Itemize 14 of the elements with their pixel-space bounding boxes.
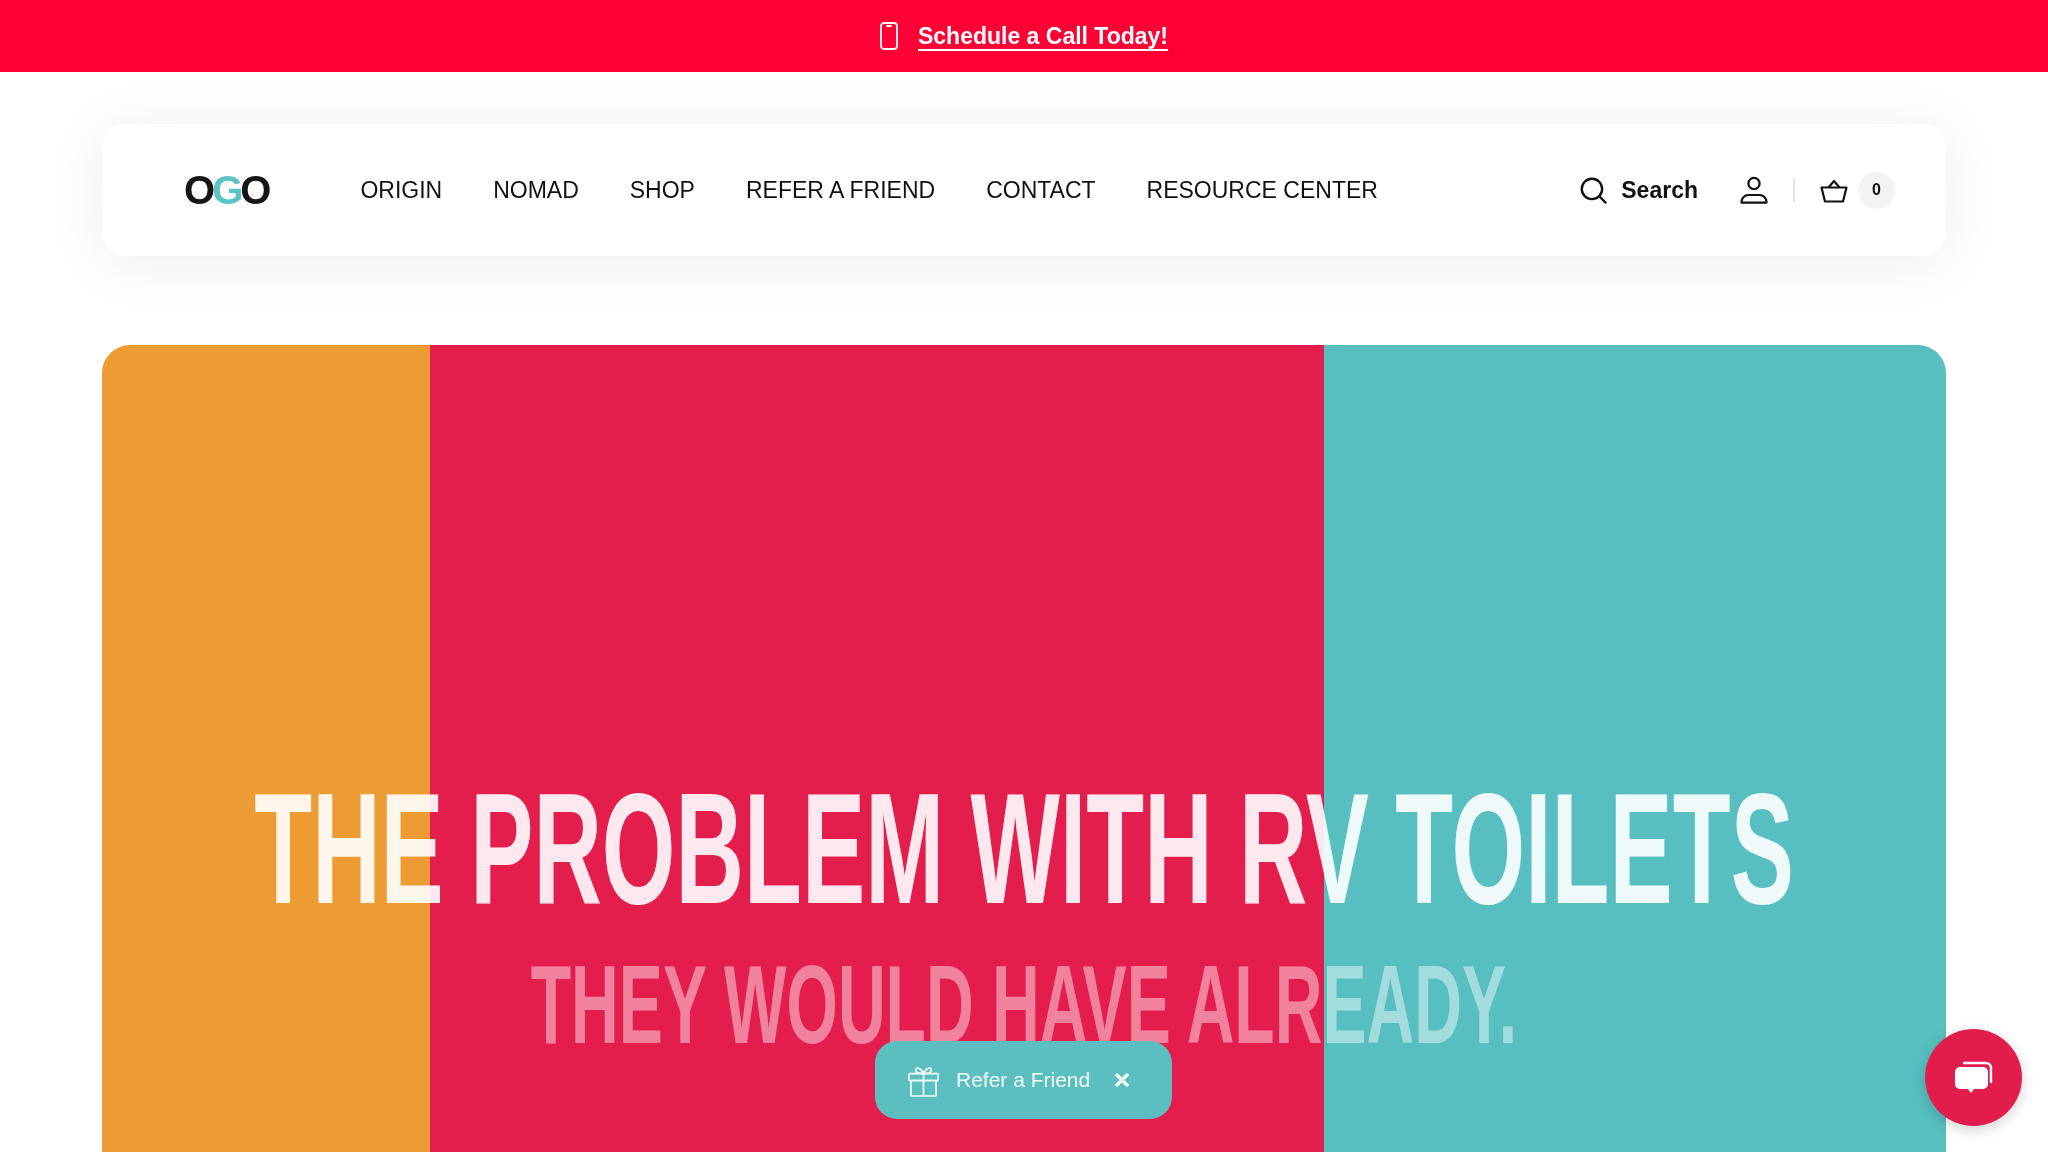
nav-link[interactable]: SHOP [629,172,695,208]
phone-icon [879,22,898,50]
schedule-call-link[interactable]: Schedule a Call Today! [917,18,1169,54]
nav-link[interactable]: REFER A FRIEND [745,172,936,208]
nav-link[interactable]: NOMAD [493,172,579,208]
nav-link[interactable]: RESOURCE CENTER [1146,172,1378,208]
nav-link[interactable]: ORIGIN [360,172,443,208]
logo[interactable]: OGO [184,170,269,210]
user-icon[interactable] [1740,176,1768,204]
search-button[interactable]: Search [1580,172,1698,208]
cart-count-badge: 0 [1858,171,1895,209]
basket-icon[interactable] [1820,177,1848,203]
nav-link[interactable]: CONTACT [986,172,1096,208]
search-icon [1580,176,1608,204]
